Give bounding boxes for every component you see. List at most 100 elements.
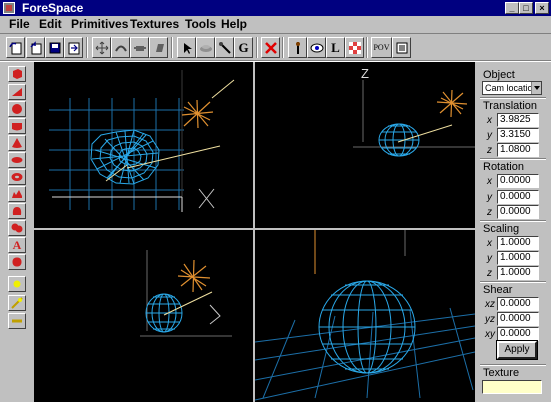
shear-label: Shear: [483, 284, 513, 296]
rotation-z-label: z: [487, 207, 492, 218]
primitive-wedge-icon[interactable]: [8, 84, 26, 100]
viewport-perspective[interactable]: [255, 230, 475, 402]
translation-z-input[interactable]: 1.0800: [497, 143, 539, 157]
light-point-icon[interactable]: [8, 276, 26, 292]
viewport-bottom-left-drawing: [140, 250, 232, 337]
primitive-cylinder-icon[interactable]: [8, 118, 26, 134]
link-tool-icon[interactable]: [215, 37, 234, 58]
primitive-text-button[interactable]: A: [8, 237, 26, 253]
light-area-icon[interactable]: [8, 313, 26, 329]
shear-xy-input[interactable]: 0.0000: [497, 327, 539, 341]
new-scene-icon[interactable]: [6, 37, 25, 58]
shear-yz-label: yz: [485, 314, 495, 325]
toolbar-separator: [171, 37, 173, 58]
app-icon[interactable]: [3, 2, 15, 14]
primitive-lathe-icon[interactable]: [8, 203, 26, 219]
primitive-torus-icon[interactable]: [8, 169, 26, 185]
viewport-splitter-horizontal[interactable]: [34, 228, 475, 230]
rotate-icon[interactable]: [111, 37, 130, 58]
scale-icon[interactable]: [130, 37, 149, 58]
translation-z-label: z: [487, 145, 492, 156]
window-title: ForeSpace: [22, 1, 84, 15]
object-label: Object: [483, 69, 515, 81]
object-select-value: Cam location: [485, 83, 538, 93]
maximize-button[interactable]: □: [519, 2, 533, 14]
translation-x-label: x: [487, 115, 492, 126]
chevron-down-icon[interactable]: [531, 82, 541, 94]
move-icon[interactable]: [92, 37, 111, 58]
primitive-disc-icon[interactable]: [8, 152, 26, 168]
object-tool-icon[interactable]: [196, 37, 215, 58]
scaling-x-label: x: [487, 238, 492, 249]
menu-textures[interactable]: Textures: [130, 16, 179, 34]
viewport-top-right[interactable]: Z: [255, 62, 475, 228]
scaling-z-input[interactable]: 1.0000: [497, 266, 539, 280]
menu-help[interactable]: Help: [221, 16, 247, 34]
apply-button[interactable]: Apply: [496, 340, 538, 360]
rotation-y-label: y: [487, 192, 492, 203]
group-label: G: [238, 39, 249, 55]
rotation-y-input[interactable]: 0.0000: [497, 190, 539, 204]
panel-divider: [480, 281, 546, 283]
primitive-sphere-icon[interactable]: [8, 101, 26, 117]
export-icon[interactable]: [64, 37, 83, 58]
delete-icon[interactable]: [261, 37, 280, 58]
panel-divider: [480, 158, 546, 160]
save-file-icon[interactable]: [45, 37, 64, 58]
viewport-top-left[interactable]: [34, 62, 253, 228]
primitive-cube-icon[interactable]: [8, 66, 26, 82]
scaling-label: Scaling: [483, 223, 520, 235]
pen-tool-icon[interactable]: [288, 37, 307, 58]
group-button[interactable]: G: [234, 37, 253, 58]
viewport-top-right-drawing: Z: [353, 66, 475, 157]
viewport-top-left-drawing: [49, 70, 235, 212]
toolbar-separator: [86, 37, 88, 58]
panel-divider: [480, 364, 546, 366]
translation-label: Translation: [483, 100, 538, 112]
rotation-x-input[interactable]: 0.0000: [497, 174, 539, 188]
render-preview-icon[interactable]: [392, 37, 411, 58]
shear-xz-input[interactable]: 0.0000: [497, 297, 539, 311]
shear-xy-label: xy: [485, 329, 495, 340]
light-spot-icon[interactable]: [8, 295, 26, 311]
primitive-superellipsoid-icon[interactable]: [8, 254, 26, 270]
viewport-area: Z: [34, 62, 475, 402]
select-arrow-icon[interactable]: [177, 37, 196, 58]
close-button[interactable]: ×: [535, 2, 549, 14]
scaling-y-input[interactable]: 1.0000: [497, 251, 539, 265]
light-button[interactable]: L: [326, 37, 345, 58]
pov-export-button[interactable]: POV: [371, 37, 392, 58]
panel-divider: [480, 220, 546, 222]
open-file-icon[interactable]: [26, 37, 45, 58]
menu-file[interactable]: File: [9, 16, 30, 34]
viewport-splitter-vertical[interactable]: [253, 62, 255, 402]
translation-x-input[interactable]: 3.9825: [497, 113, 539, 127]
rotation-x-label: x: [487, 176, 492, 187]
scaling-x-input[interactable]: 1.0000: [497, 236, 539, 250]
menu-edit[interactable]: Edit: [39, 16, 62, 34]
texture-checker-icon[interactable]: [345, 37, 364, 58]
texture-label: Texture: [483, 367, 520, 379]
texture-field[interactable]: [482, 380, 542, 394]
view-eye-icon[interactable]: [307, 37, 326, 58]
z-axis-label: Z: [361, 66, 369, 81]
minimize-button[interactable]: _: [505, 2, 519, 14]
rotation-z-input[interactable]: 0.0000: [497, 205, 539, 219]
primitive-heightfield-icon[interactable]: [8, 186, 26, 202]
viewport-perspective-drawing: [255, 230, 475, 401]
shear-yz-input[interactable]: 0.0000: [497, 312, 539, 326]
toolbar-separator: [366, 37, 368, 58]
menu-tools[interactable]: Tools: [185, 16, 216, 34]
translation-y-label: y: [487, 130, 492, 141]
translation-y-input[interactable]: 3.3150: [497, 128, 539, 142]
rotation-label: Rotation: [483, 161, 524, 173]
viewport-bottom-left[interactable]: [34, 230, 253, 402]
primitive-blob-icon[interactable]: [8, 220, 26, 236]
menu-primitives[interactable]: Primitives: [71, 16, 128, 34]
object-select[interactable]: Cam location: [482, 81, 542, 95]
toolbar-separator: [256, 37, 258, 58]
primitive-cone-icon[interactable]: [8, 135, 26, 151]
scaling-y-label: y: [487, 253, 492, 264]
shear-xz-label: xz: [485, 299, 495, 310]
shear-icon[interactable]: [149, 37, 168, 58]
